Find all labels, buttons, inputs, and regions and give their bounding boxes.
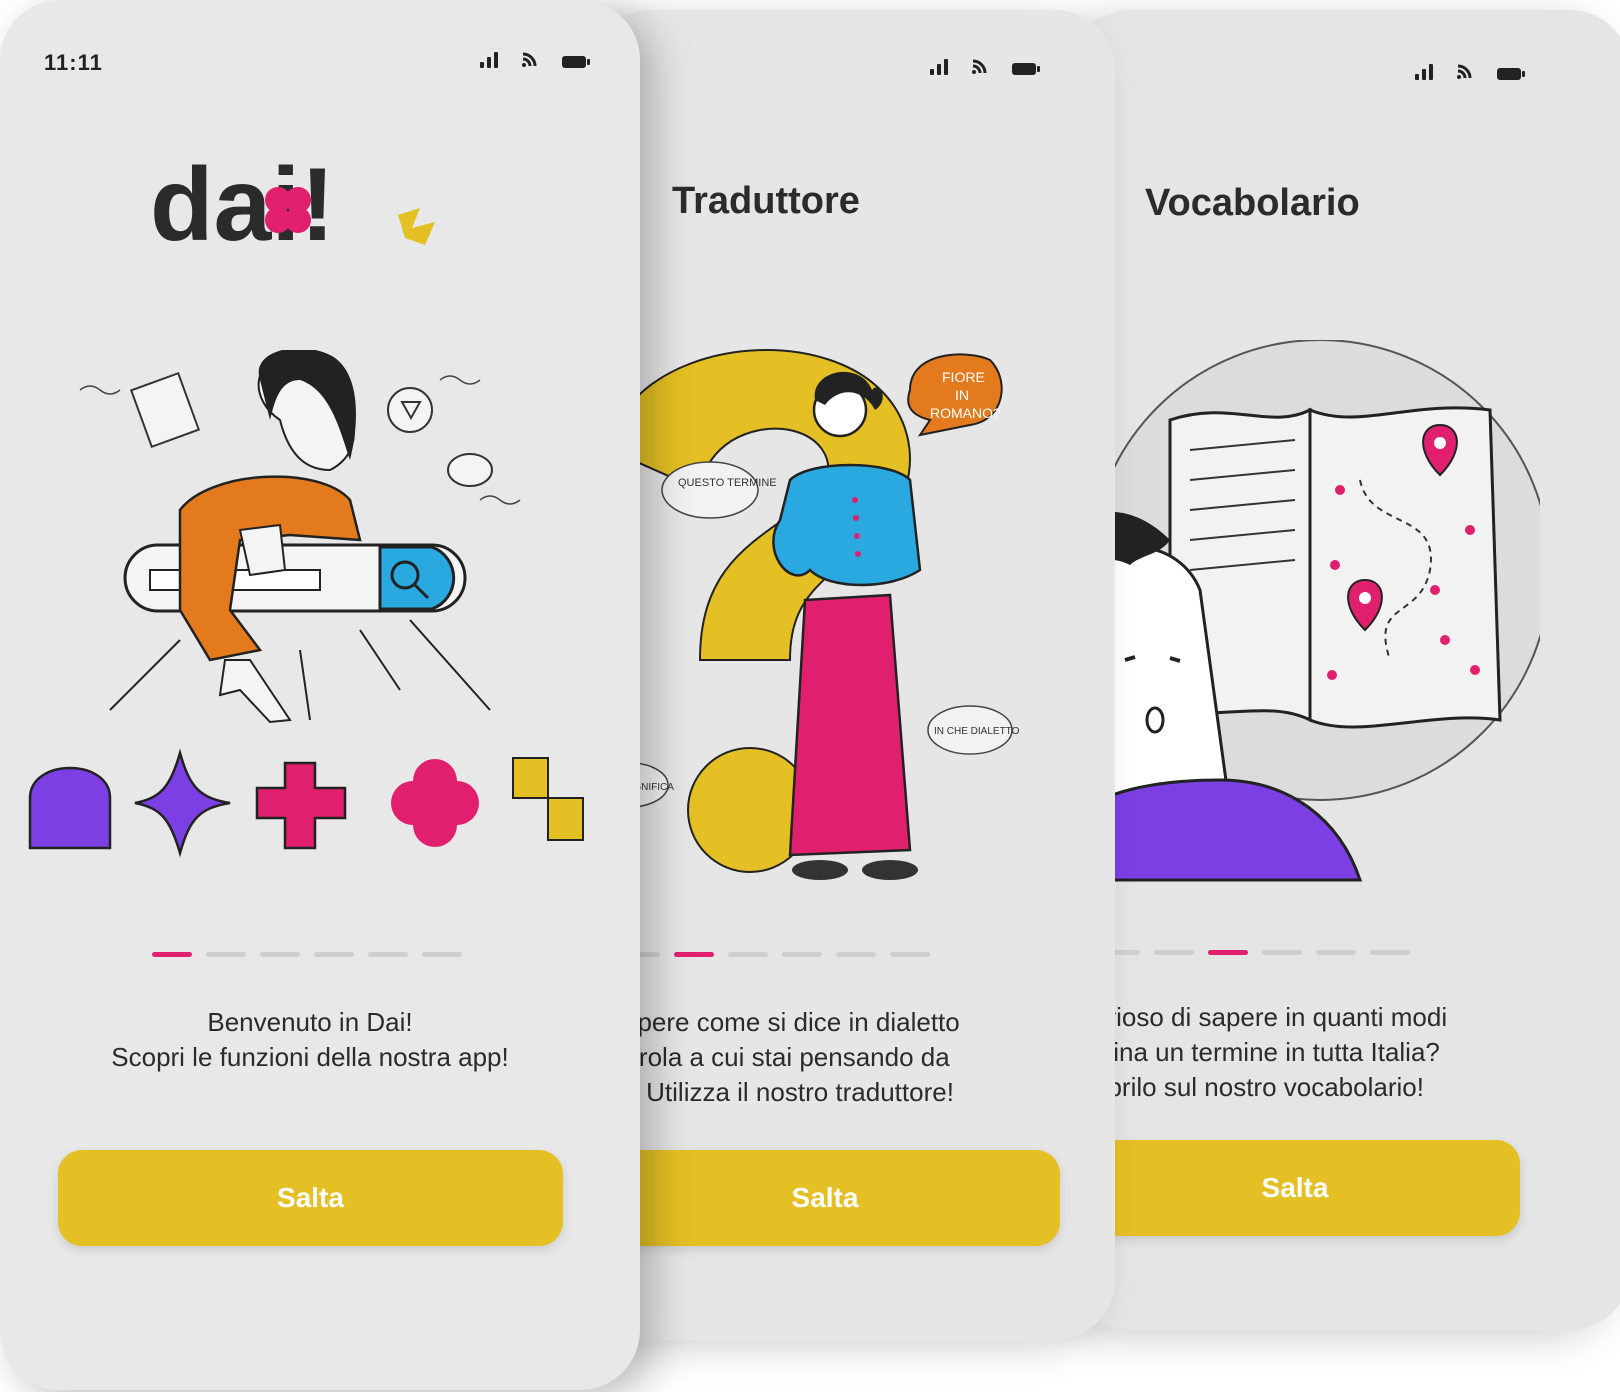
- signal-icon: [1415, 64, 1433, 80]
- screen-description: curioso di sapere in quanti modi eclina …: [1080, 1002, 1448, 1102]
- shapes-row: [28, 748, 584, 858]
- dai-logo-mark: dai!: [150, 160, 435, 250]
- skip-button[interactable]: Salta: [590, 1150, 1060, 1246]
- page-indicator: [1100, 950, 1410, 955]
- page-indicator: [152, 952, 462, 957]
- active-step: [1208, 950, 1248, 955]
- app-logo: dai!: [150, 160, 480, 250]
- onboarding-screen-vocabolario: Vocabolario curioso di sapere in quanti …: [1070, 10, 1620, 1330]
- speech-bubble-line: IN: [955, 387, 969, 403]
- battery-icon: [1012, 63, 1040, 75]
- wifi-icon: [970, 55, 990, 75]
- thought-bubble: IN CHE DIALETTO: [934, 726, 1020, 737]
- active-step: [152, 952, 192, 957]
- onboarding-screen-welcome: 11:11 dai! Benvenuto in Dai! Scopri le f…: [0, 0, 640, 1390]
- status-icons: [1415, 60, 1525, 80]
- speech-bubble-line: ROMANO?: [930, 405, 1001, 421]
- translator-illustration: FIORE IN ROMANO? QUESTO TERMINE IN CHE D…: [591, 349, 1020, 880]
- vocabulary-illustration: [1070, 340, 1540, 882]
- page-indicator: [620, 952, 930, 957]
- screen-description: Benvenuto in Dai! Scopri le funzioni del…: [111, 1007, 509, 1072]
- screen-title: Vocabolario: [1145, 182, 1360, 224]
- signal-icon: [480, 52, 498, 68]
- screen-title: Traduttore: [672, 180, 860, 222]
- wifi-icon: [1455, 60, 1475, 80]
- skip-button[interactable]: Salta: [1070, 1140, 1520, 1236]
- onboarding-screen-traduttore: Traduttore FIORE IN ROMANO? QUESTO TERMI…: [590, 10, 1115, 1340]
- signal-icon: [930, 59, 948, 75]
- wifi-icon: [520, 48, 540, 68]
- search-illustration: [79, 350, 521, 724]
- speech-bubble-line: FIORE: [942, 369, 985, 385]
- active-step: [674, 952, 714, 957]
- battery-icon: [1497, 68, 1525, 80]
- thought-bubble: QUESTO TERMINE: [678, 477, 777, 489]
- status-time: 11:11: [44, 50, 103, 75]
- battery-icon: [562, 56, 590, 68]
- skip-button[interactable]: Salta: [58, 1150, 563, 1246]
- status-icons: [930, 55, 1040, 75]
- screen-description: sapere come si dice in dialetto parola a…: [610, 1007, 960, 1107]
- status-icons: [480, 48, 590, 68]
